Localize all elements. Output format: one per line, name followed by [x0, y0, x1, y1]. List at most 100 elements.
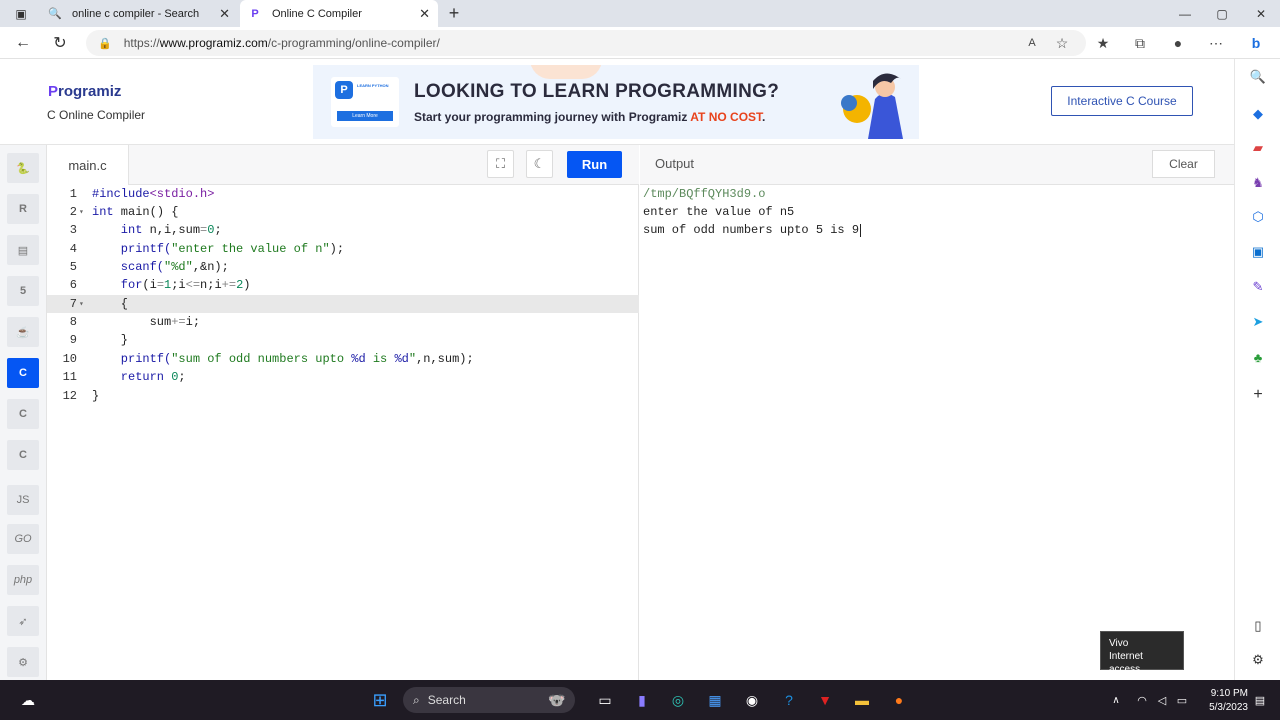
language-sidebar: 🐍 R ▤ 5 ☕ C C C JS GO php ➶ ⚙	[0, 145, 47, 680]
run-button[interactable]: Run	[567, 151, 622, 178]
settings-icon[interactable]: ⚙	[1247, 649, 1269, 671]
favorite-add-icon[interactable]: ☆	[1050, 31, 1074, 55]
tree-icon[interactable]: ♣	[1247, 346, 1269, 368]
banner-learn-more: Learn More	[337, 111, 393, 121]
code-line: 2 ▾ int main() {	[69, 205, 179, 219]
favorites-icon[interactable]: ★	[1091, 31, 1115, 55]
address-bar: ← ↻ 🔒 https://www.programiz.com/c-progra…	[0, 27, 1280, 59]
r-icon[interactable]: R	[7, 194, 39, 224]
browser-tab-bar: ▣ 🔍 online c compiler - Search ✕ P Onlin…	[0, 0, 1280, 27]
banner-decoration	[530, 65, 602, 79]
shopping-icon[interactable]: ◆	[1247, 103, 1269, 125]
url-path: /c-programming/online-compiler/	[267, 36, 440, 50]
edge-icon[interactable]: ◎	[666, 689, 690, 711]
text-cursor	[860, 223, 862, 237]
chat-icon[interactable]: ▮	[630, 689, 654, 711]
code-editor[interactable]: 1 #include<stdio.h> 2 ▾ int main() { 3 in…	[47, 185, 639, 680]
lock-icon: 🔒	[98, 37, 112, 50]
code-line: 3 int n,i,sum=0;	[69, 223, 222, 237]
mcafee-icon[interactable]: ▼	[813, 689, 837, 711]
javascript-icon[interactable]: JS	[7, 485, 39, 515]
file-tab-main-c[interactable]: main.c	[47, 145, 129, 185]
fullscreen-icon[interactable]: ⛶	[487, 150, 514, 178]
minimize-icon[interactable]: —	[1166, 0, 1204, 27]
programiz-logo[interactable]: Programiz	[48, 83, 121, 100]
go-icon[interactable]: GO	[7, 524, 39, 554]
dark-mode-icon[interactable]: ☾	[526, 150, 553, 178]
close-tab-icon[interactable]: ✕	[219, 6, 230, 22]
search-highlight-icon: 🐨	[548, 691, 566, 708]
tools-icon[interactable]: ▰	[1247, 137, 1269, 159]
cpp-icon[interactable]: C	[7, 399, 39, 429]
close-tab-icon[interactable]: ✕	[419, 6, 430, 22]
banner-subline: Start your programming journey with Prog…	[414, 110, 766, 124]
outlook-icon[interactable]: ▣	[1247, 241, 1269, 263]
store-icon[interactable]: ▦	[703, 689, 727, 711]
output-line: enter the value of n5	[643, 205, 795, 219]
ad-banner[interactable]: P LEARN PYTHON Learn More LOOKING TO LEA…	[313, 65, 919, 139]
html-icon[interactable]: 5	[7, 276, 39, 306]
sidebar-toggle-icon[interactable]: ▯	[1247, 615, 1269, 637]
chevron-up-icon[interactable]: ∧	[1104, 689, 1128, 711]
collections-icon[interactable]: ⧉	[1128, 31, 1152, 55]
back-icon[interactable]: ←	[10, 31, 36, 55]
read-aloud-icon[interactable]: A	[1020, 31, 1044, 55]
output-console[interactable]: /tmp/BQffQYH3d9.o enter the value of n5 …	[640, 185, 1234, 680]
url-field[interactable]: 🔒 https://www.programiz.com/c-programmin…	[86, 30, 1086, 56]
network-tooltip: Vivo Internet access	[1100, 631, 1184, 675]
tab-title: Online C Compiler	[272, 7, 362, 20]
tab-online-c-compiler[interactable]: P Online C Compiler ✕	[240, 0, 438, 27]
interactive-c-course-button[interactable]: Interactive C Course	[1051, 86, 1193, 116]
c-icon[interactable]: C	[7, 358, 39, 388]
app-icon[interactable]: ◉	[740, 689, 764, 711]
send-icon[interactable]: ➤	[1247, 311, 1269, 333]
file-explorer-icon[interactable]: ▬	[850, 689, 874, 711]
maximize-icon[interactable]: ▢	[1203, 0, 1241, 27]
sql-icon[interactable]: ▤	[7, 235, 39, 265]
url-prefix: https://	[123, 36, 160, 50]
rust-icon[interactable]: ⚙	[7, 647, 39, 677]
close-window-icon[interactable]: ✕	[1242, 0, 1280, 27]
search-icon: 🔍	[48, 8, 62, 20]
search-icon: ⌕	[413, 692, 420, 707]
code-line: 11 return 0;	[62, 370, 186, 384]
output-line: sum of odd numbers upto 5 is 9	[643, 223, 862, 237]
code-line: 4 printf("enter the value of n");	[69, 242, 345, 256]
code-line: 5 scanf("%d",&n);	[69, 260, 229, 274]
battery-icon[interactable]: ▭	[1170, 689, 1194, 711]
tab-search[interactable]: 🔍 online c compiler - Search ✕	[40, 0, 238, 27]
python-logo-icon: P	[335, 81, 353, 99]
windows-start-icon[interactable]: ⊞	[368, 689, 392, 711]
firefox-icon[interactable]: ●	[887, 689, 911, 711]
more-icon[interactable]: ⋯	[1204, 31, 1228, 55]
weather-icon[interactable]: ☁	[16, 689, 40, 711]
office-icon[interactable]: ⬡	[1247, 206, 1269, 228]
url-domain: www.programiz.com	[159, 36, 268, 50]
add-icon[interactable]: +	[1247, 384, 1269, 406]
editor-toolbar: main.c ⛶ ☾ Run	[47, 145, 639, 185]
code-line: 12 }	[62, 389, 100, 403]
search-icon[interactable]: 🔍	[1247, 66, 1269, 88]
tab-actions-icon[interactable]: ▣	[2, 0, 40, 27]
designer-icon[interactable]: ✎	[1247, 276, 1269, 298]
swift-icon[interactable]: ➶	[7, 606, 39, 636]
help-icon[interactable]: ?	[777, 689, 801, 711]
banner-badge: P LEARN PYTHON Learn More	[331, 77, 399, 127]
banner-badge-text: LEARN PYTHON	[357, 83, 389, 88]
refresh-icon[interactable]: ↻	[47, 31, 73, 55]
task-view-icon[interactable]: ▭	[593, 689, 617, 711]
profile-icon[interactable]: ●	[1166, 31, 1190, 55]
programiz-favicon-icon: P	[251, 7, 259, 20]
taskbar-clock[interactable]: 9:10 PM 5/3/2023	[1196, 687, 1248, 715]
output-title: Output	[655, 156, 695, 171]
python-icon[interactable]: 🐍	[7, 153, 39, 183]
php-icon[interactable]: php	[7, 565, 39, 595]
notification-icon[interactable]: ▤	[1248, 689, 1272, 711]
games-icon[interactable]: ♞	[1247, 172, 1269, 194]
page-subtitle: C Online Compiler	[47, 108, 146, 122]
java-icon[interactable]: ☕	[7, 317, 39, 347]
bing-icon[interactable]: b	[1244, 31, 1268, 55]
clear-button[interactable]: Clear	[1152, 150, 1215, 178]
csharp-icon[interactable]: C	[7, 440, 39, 470]
new-tab-icon[interactable]: +	[435, 0, 473, 27]
